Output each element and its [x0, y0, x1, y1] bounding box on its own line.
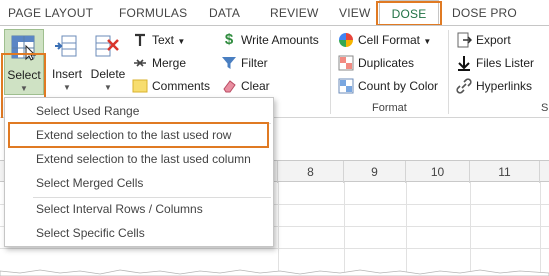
- link-icon: [456, 78, 472, 94]
- chevron-down-icon: ▼: [63, 83, 71, 92]
- tab-data[interactable]: DATA: [209, 0, 240, 26]
- count-by-color-label: Count by Color: [358, 79, 439, 93]
- text-button[interactable]: Text ▼: [132, 30, 212, 50]
- chevron-down-icon: ▼: [104, 83, 112, 92]
- text-icon: [135, 33, 145, 46]
- menu-item-extend-to-last-row[interactable]: Extend selection to the last used row: [5, 123, 273, 147]
- comments-button-label: Comments: [152, 79, 211, 93]
- write-amounts-button[interactable]: $ Write Amounts: [221, 30, 325, 50]
- grid-line: [470, 182, 471, 276]
- group-separator: [330, 30, 331, 114]
- count-by-color-button[interactable]: Count by Color: [338, 76, 444, 96]
- cell-format-button[interactable]: Cell Format ▼: [338, 30, 432, 50]
- delete-icon: [95, 35, 119, 57]
- comments-button[interactable]: Comments: [132, 76, 216, 96]
- menu-item-select-specific-cells[interactable]: Select Specific Cells: [5, 221, 273, 245]
- hyperlinks-label: Hyperlinks: [476, 79, 533, 93]
- dollar-icon: $: [224, 31, 234, 48]
- tab-view[interactable]: VIEW: [339, 0, 370, 26]
- tab-formulas[interactable]: FORMULAS: [119, 0, 187, 26]
- export-icon: [457, 32, 472, 48]
- torn-edge: [0, 269, 549, 276]
- select-dropdown-menu: Select Used Range Extend selection to th…: [4, 97, 274, 247]
- color-wheel-icon: [339, 33, 353, 47]
- tab-dose[interactable]: DOSE: [379, 0, 439, 26]
- filter-icon: [222, 57, 236, 69]
- filter-button-label: Filter: [241, 56, 268, 70]
- grid-line: [540, 182, 541, 276]
- delete-button[interactable]: Delete ▼: [89, 29, 127, 95]
- column-header[interactable]: 9: [344, 161, 406, 183]
- insert-button[interactable]: Insert ▼: [48, 29, 86, 95]
- grid-line: [344, 182, 345, 276]
- eraser-icon: [223, 80, 236, 93]
- column-header[interactable]: 11: [470, 161, 540, 183]
- chevron-down-icon: ▼: [423, 37, 432, 46]
- tab-page-layout[interactable]: PAGE LAYOUT: [8, 0, 93, 26]
- files-lister-label: Files Lister: [476, 56, 535, 70]
- write-amounts-label: Write Amounts: [241, 33, 319, 47]
- grid-line: [278, 182, 279, 276]
- duplicates-label: Duplicates: [358, 56, 415, 70]
- count-color-icon: [338, 78, 354, 94]
- grid-line: [0, 248, 549, 249]
- delete-button-label: Delete: [90, 67, 126, 81]
- group-separator: [448, 30, 449, 114]
- text-button-label: Text: [152, 33, 175, 47]
- insert-icon: [55, 35, 77, 57]
- export-button[interactable]: Export: [456, 30, 526, 50]
- grid-line: [406, 182, 407, 276]
- clear-button[interactable]: Clear: [221, 76, 291, 96]
- cell-format-label: Cell Format: [358, 33, 421, 47]
- menu-item-select-used-range[interactable]: Select Used Range: [5, 99, 273, 123]
- chevron-down-icon: ▼: [177, 37, 186, 46]
- merge-button[interactable]: Merge: [132, 53, 212, 73]
- menu-item-select-merged-cells[interactable]: Select Merged Cells: [5, 171, 273, 195]
- ribbon-tab-bar: PAGE LAYOUT FORMULAS DATA REVIEW VIEW DO…: [0, 0, 549, 26]
- column-header[interactable]: 10: [406, 161, 470, 183]
- duplicates-button[interactable]: Duplicates: [338, 53, 422, 73]
- tab-dose-pro[interactable]: DOSE PRO: [452, 0, 517, 26]
- filter-button[interactable]: Filter: [221, 53, 291, 73]
- download-arrow-icon: [458, 56, 470, 71]
- truncated-group-label: S: [541, 102, 549, 114]
- menu-item-select-interval[interactable]: Select Interval Rows / Columns: [5, 197, 273, 221]
- merge-button-label: Merge: [152, 56, 187, 70]
- export-label: Export: [476, 33, 511, 47]
- duplicates-icon: [338, 55, 354, 71]
- hyperlinks-button[interactable]: Hyperlinks: [456, 76, 546, 96]
- format-group-label: Format: [372, 102, 407, 114]
- tab-review[interactable]: REVIEW: [270, 0, 319, 26]
- menu-item-extend-to-last-column[interactable]: Extend selection to the last used column: [5, 147, 273, 171]
- files-lister-button[interactable]: Files Lister: [456, 53, 546, 73]
- insert-button-label: Insert: [51, 67, 82, 81]
- column-header[interactable]: 8: [278, 161, 344, 183]
- merge-icon: [134, 59, 146, 67]
- comment-icon: [132, 79, 148, 93]
- clear-button-label: Clear: [241, 79, 270, 93]
